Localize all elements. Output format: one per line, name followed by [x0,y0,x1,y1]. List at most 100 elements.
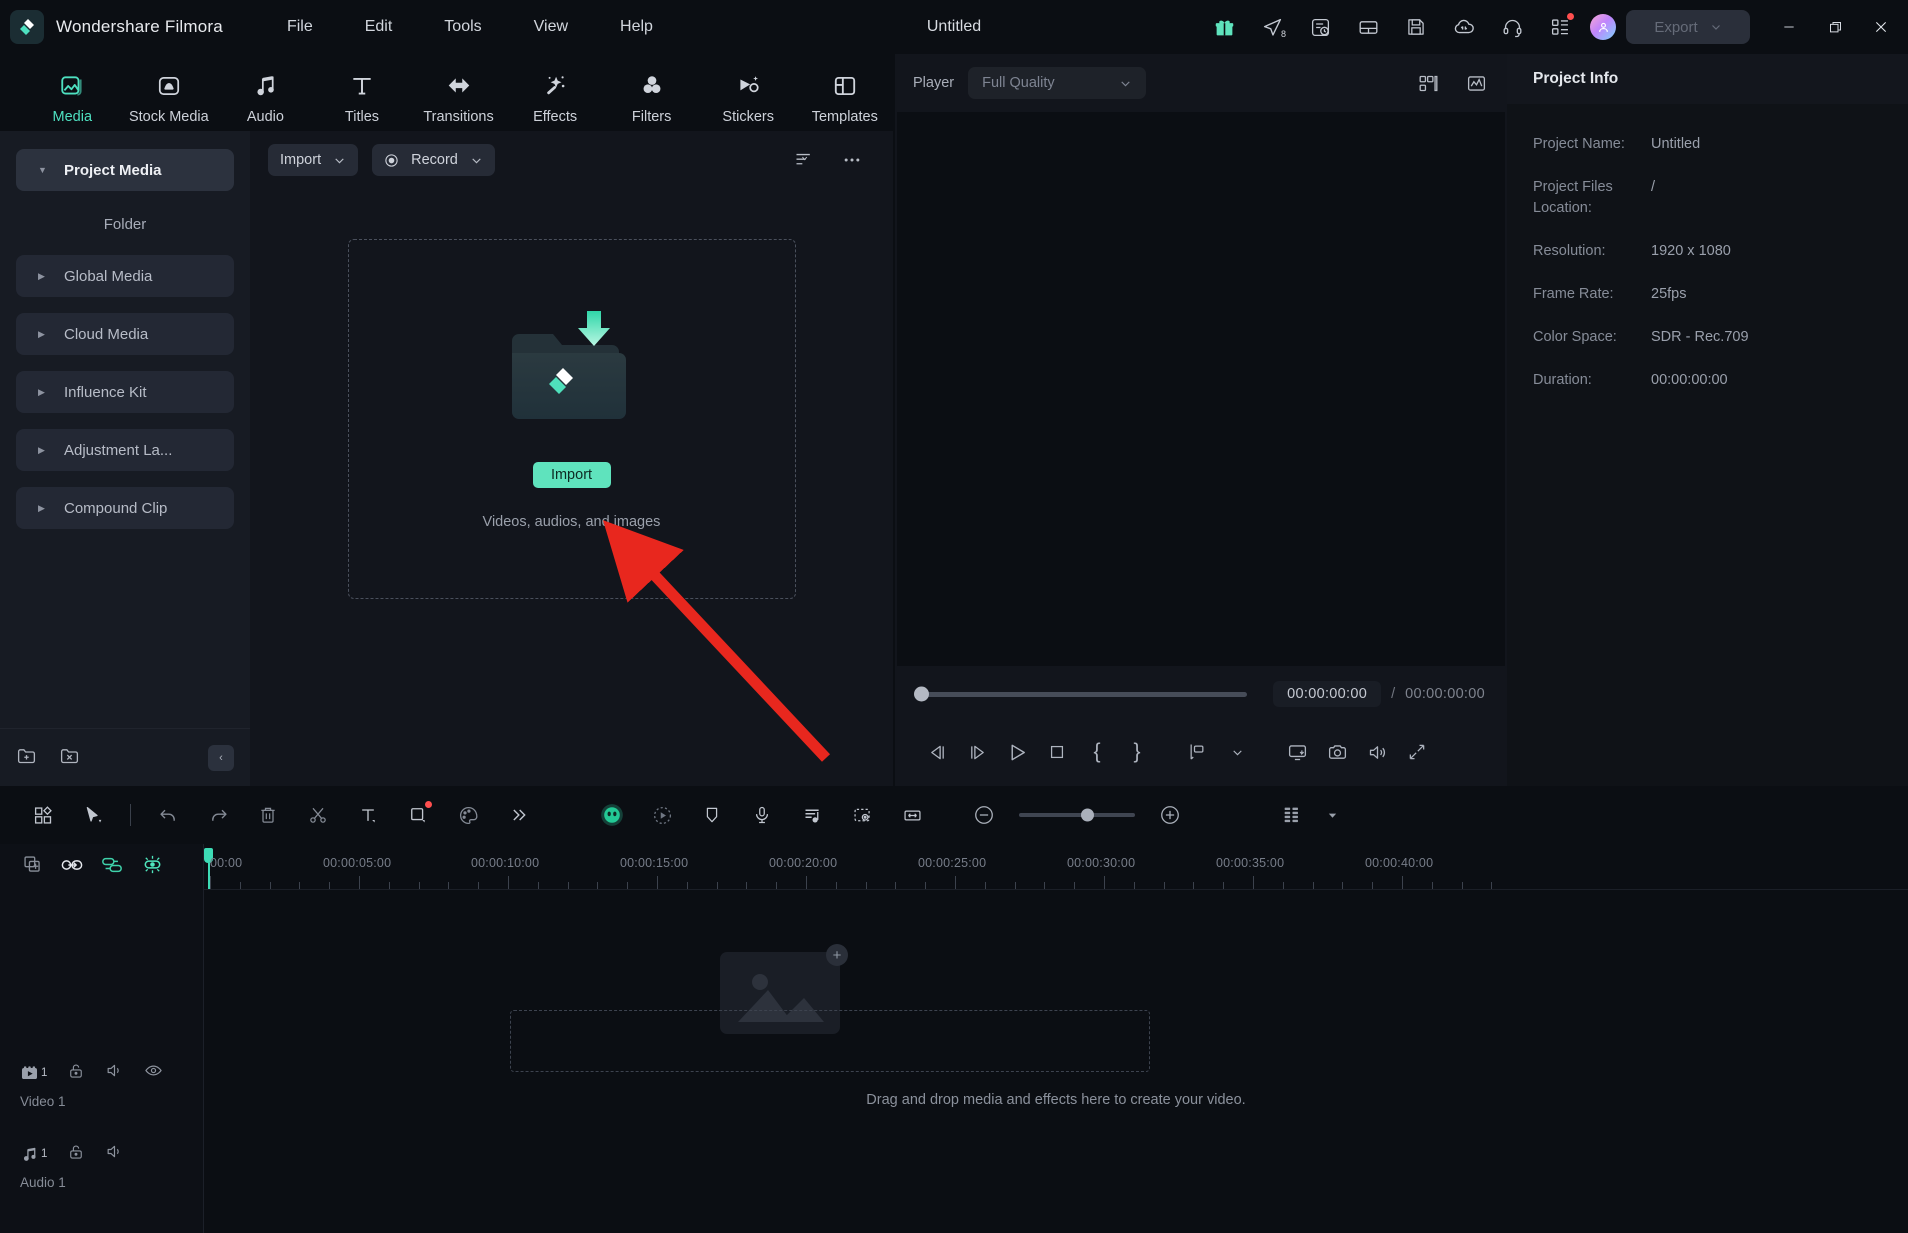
timeline-canvas[interactable]: 00:00 00:00:05:00 00:00:10:00 00:00:15:0… [204,844,1908,1233]
video-preview[interactable] [897,112,1505,666]
task-history-icon[interactable] [1296,7,1344,47]
sidebar-item-folder[interactable]: Folder [16,207,234,241]
scrubber-handle[interactable] [914,686,929,702]
split-view-icon[interactable] [1411,68,1445,98]
zoom-in-icon[interactable] [1145,794,1195,836]
play-icon[interactable] [997,732,1037,772]
unlock-icon[interactable] [67,1143,85,1166]
timeline-ruler[interactable]: 00:00 00:00:05:00 00:00:10:00 00:00:15:0… [204,844,1908,890]
more-options-icon[interactable] [835,145,869,175]
stop-icon[interactable] [1037,732,1077,772]
link-clips-icon[interactable] [61,854,83,881]
add-text-icon[interactable] [343,794,393,836]
delete-trash-icon[interactable] [243,794,293,836]
tab-filters[interactable]: Filters [603,71,700,131]
sidebar-item-project-media[interactable]: ▼ Project Media [16,149,234,191]
selection-pointer-icon[interactable] [68,794,118,836]
tab-templates[interactable]: Templates [797,71,894,131]
tab-audio[interactable]: Audio [217,71,314,131]
window-minimize-button[interactable] [1766,5,1812,49]
track-manager-icon[interactable] [1267,794,1317,836]
player-controls: { } [917,722,1485,782]
cloud-sync-icon[interactable] [1440,7,1488,47]
playhead-scrubber[interactable] [914,686,1248,702]
zoom-out-icon[interactable] [959,794,1009,836]
visibility-eye-icon[interactable] [144,1061,163,1085]
export-button[interactable]: Export [1626,10,1750,44]
tab-effects[interactable]: Effects [507,71,604,131]
keyframe-mask-icon[interactable] [837,794,887,836]
timeline-zoom-slider[interactable] [1019,808,1135,822]
add-marker-icon[interactable] [687,794,737,836]
sidebar-item-adjustment-layer[interactable]: ▶ Adjustment La... [16,429,234,471]
save-icon[interactable] [1392,7,1440,47]
tab-stickers[interactable]: Stickers [700,71,797,131]
ruler-tick [597,882,599,889]
send-feedback-icon[interactable]: 8 [1248,7,1296,47]
track-manager-dropdown-icon[interactable] [1317,794,1347,836]
media-dropzone[interactable]: Import Videos, audios, and images [347,239,796,599]
unlock-icon[interactable] [67,1062,85,1085]
layout-icon[interactable] [1344,7,1392,47]
menu-help[interactable]: Help [618,14,655,40]
add-track-icon[interactable] [22,854,43,880]
mute-icon[interactable] [105,1142,124,1166]
import-button[interactable]: Import [532,462,611,488]
support-headset-icon[interactable] [1488,7,1536,47]
record-dropdown-button[interactable]: Record [372,144,495,176]
zoom-slider-handle[interactable] [1081,808,1094,822]
delete-folder-icon[interactable] [59,745,80,771]
waveform-scope-icon[interactable] [1459,68,1493,98]
window-maximize-button[interactable] [1812,5,1858,49]
split-scissors-icon[interactable] [293,794,343,836]
gift-icon[interactable] [1200,7,1248,47]
render-preview-icon[interactable] [1277,732,1317,772]
timeline-dropzone[interactable] [510,1010,1150,1072]
voiceover-mic-icon[interactable] [737,794,787,836]
magnetic-snap-icon[interactable] [141,853,164,881]
user-avatar[interactable] [1590,14,1616,40]
menu-edit[interactable]: Edit [363,14,395,40]
collapse-panel-icon[interactable]: ‹ [208,744,234,771]
marker-dropdown-icon[interactable] [1217,732,1257,772]
fit-to-timeline-icon[interactable] [887,794,937,836]
crop-mask-icon[interactable] [393,794,443,836]
ai-avatar-icon[interactable] [587,794,637,836]
apps-grid-icon[interactable] [1536,7,1584,47]
tab-stock-media[interactable]: Stock Media [121,71,218,131]
menu-tools[interactable]: Tools [442,14,483,40]
sidebar-item-compound-clip[interactable]: ▶ Compound Clip [16,487,234,529]
filter-sort-icon[interactable] [787,145,821,175]
tab-titles[interactable]: Titles [314,71,411,131]
snapshot-camera-icon[interactable] [1317,732,1357,772]
audio-beat-icon[interactable] [787,794,837,836]
menu-view[interactable]: View [532,14,570,40]
add-marker-icon[interactable] [1177,732,1217,772]
templates-grid-icon[interactable] [18,794,68,836]
auto-ripple-icon[interactable] [101,854,123,881]
next-frame-icon[interactable] [957,732,997,772]
redo-icon[interactable] [193,794,243,836]
mark-out-icon[interactable]: } [1117,732,1157,772]
add-media-plus-icon[interactable]: + [826,944,848,966]
prev-frame-icon[interactable] [917,732,957,772]
more-tools-icon[interactable] [493,794,543,836]
fullscreen-icon[interactable] [1397,732,1437,772]
mark-in-icon[interactable]: { [1077,732,1117,772]
color-palette-icon[interactable] [443,794,493,836]
tab-media[interactable]: Media [24,71,121,131]
sidebar-item-influence-kit[interactable]: ▶ Influence Kit [16,371,234,413]
sidebar-item-cloud-media[interactable]: ▶ Cloud Media [16,313,234,355]
volume-icon[interactable] [1357,732,1397,772]
import-dropdown-button[interactable]: Import [268,144,359,176]
current-timecode[interactable]: 00:00:00:00 [1273,681,1382,707]
playback-quality-select[interactable]: Full Quality [968,67,1147,99]
speed-ramping-icon[interactable] [637,794,687,836]
sidebar-item-global-media[interactable]: ▶ Global Media [16,255,234,297]
mute-icon[interactable] [105,1061,124,1085]
tab-transitions[interactable]: Transitions [410,71,507,131]
menu-file[interactable]: File [285,14,315,40]
window-close-button[interactable] [1858,5,1904,49]
undo-icon[interactable] [143,794,193,836]
new-folder-icon[interactable] [16,745,37,771]
